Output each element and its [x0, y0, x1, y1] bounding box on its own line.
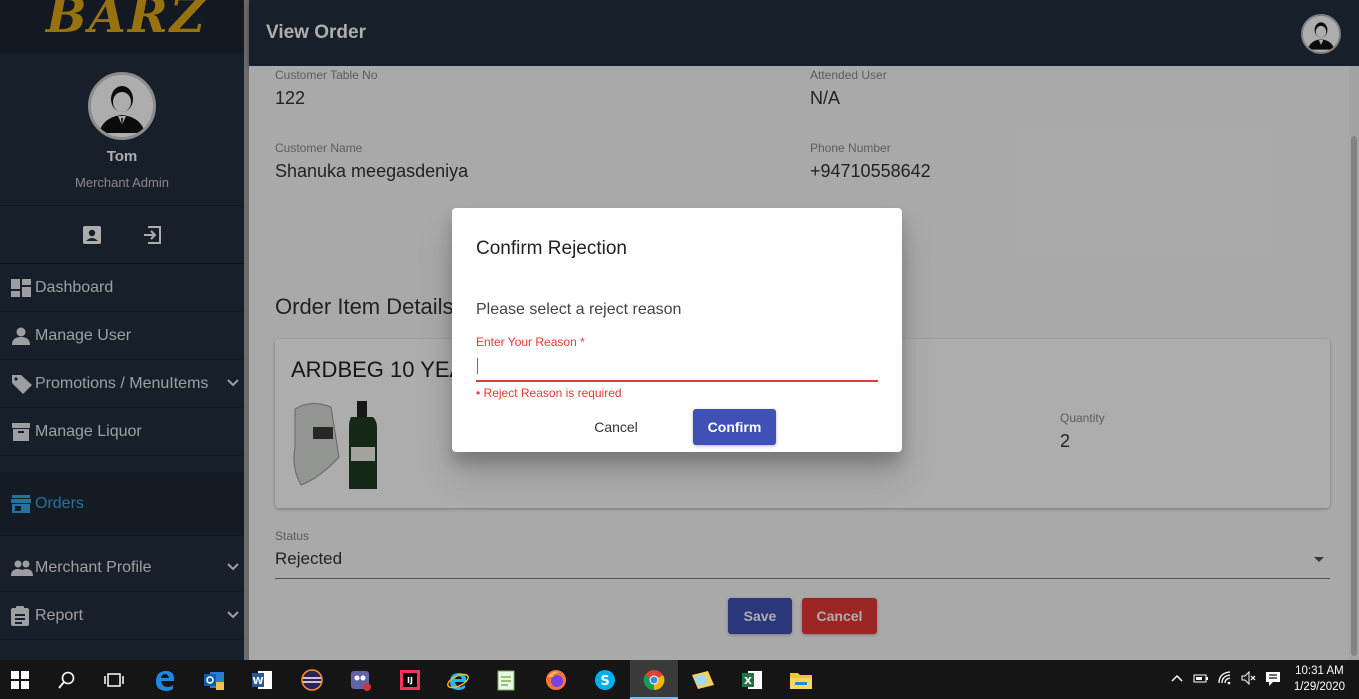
excel-icon[interactable]: X: [738, 666, 766, 694]
windows-taskbar: W IJ S X 10:31 AM 1/29/2020: [0, 660, 1359, 699]
reason-error-text: • Reject Reason is required: [476, 386, 622, 400]
skype-icon[interactable]: S: [591, 666, 619, 694]
svg-text:S: S: [600, 674, 609, 689]
reason-input-label: Enter Your Reason *: [476, 335, 585, 349]
intellij-icon[interactable]: IJ: [396, 666, 424, 694]
eclipse-icon[interactable]: [298, 666, 326, 694]
dialog-cancel-button[interactable]: Cancel: [582, 410, 650, 444]
task-view-icon[interactable]: [100, 666, 128, 694]
wifi-icon[interactable]: [1218, 671, 1234, 687]
volume-muted-icon[interactable]: [1241, 670, 1257, 687]
app-window: BARZ Tom Merchant Admin Dashboard Manage…: [0, 0, 1359, 699]
sticky-notes-icon[interactable]: [689, 666, 717, 694]
outlook-icon[interactable]: [200, 666, 228, 694]
reject-reason-input[interactable]: [476, 354, 878, 382]
dialog-confirm-button[interactable]: Confirm: [693, 409, 776, 445]
edge-browser-icon[interactable]: [151, 666, 179, 694]
confirm-rejection-dialog: Confirm Rejection Please select a reject…: [452, 208, 902, 452]
dialog-message: Please select a reject reason: [476, 301, 682, 318]
clock-time: 10:31 AM: [1295, 665, 1344, 677]
chevron-up-icon[interactable]: [1170, 671, 1186, 687]
teams-icon[interactable]: [346, 666, 374, 694]
battery-icon[interactable]: [1193, 671, 1209, 687]
notification-icon[interactable]: [1265, 671, 1281, 687]
word-icon[interactable]: W: [248, 666, 276, 694]
svg-text:X: X: [744, 676, 752, 687]
firefox-icon[interactable]: [542, 666, 570, 694]
text-cursor: [477, 358, 478, 374]
notepad-icon[interactable]: [492, 666, 520, 694]
system-clock[interactable]: 10:31 AM 1/29/2020: [1294, 663, 1345, 695]
dialog-title: Confirm Rejection: [476, 238, 627, 259]
file-explorer-icon[interactable]: [787, 666, 815, 694]
internet-explorer-icon[interactable]: [444, 666, 472, 694]
search-icon[interactable]: [53, 666, 81, 694]
windows-start-icon[interactable]: [6, 666, 34, 694]
svg-text:IJ: IJ: [407, 676, 413, 685]
chrome-icon[interactable]: [640, 666, 668, 694]
svg-text:W: W: [252, 676, 263, 687]
clock-date: 1/29/2020: [1293, 681, 1345, 693]
